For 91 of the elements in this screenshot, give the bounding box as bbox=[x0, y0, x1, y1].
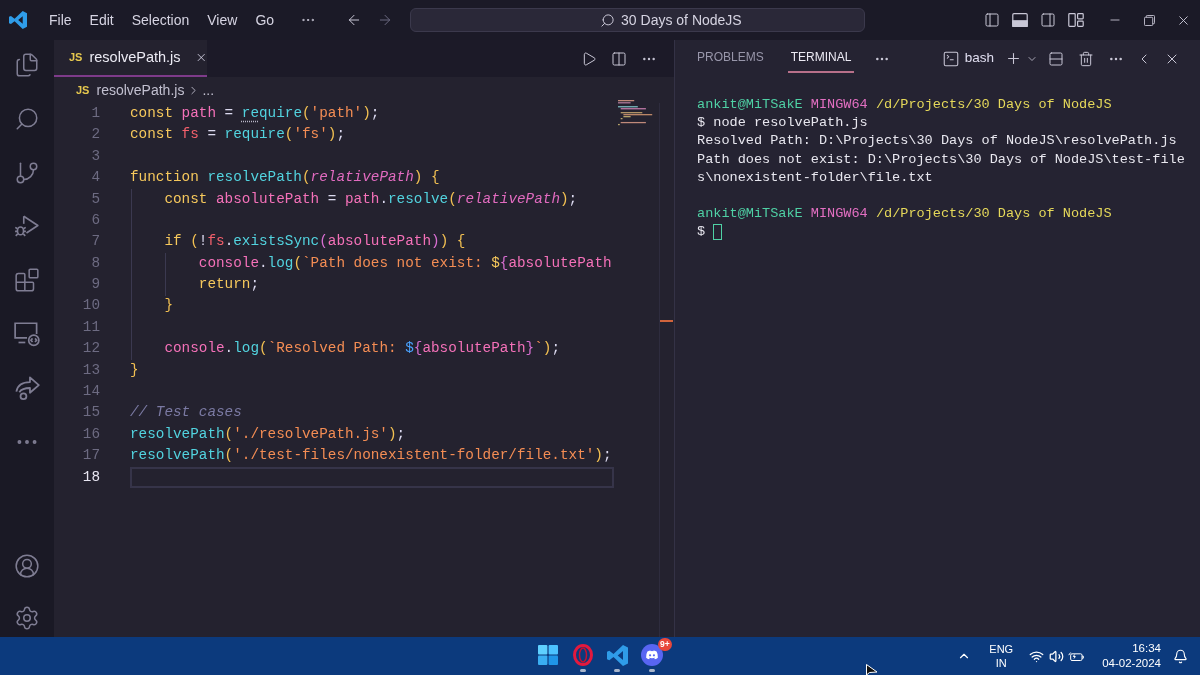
explorer-icon[interactable] bbox=[14, 52, 40, 78]
toggle-sidebar-icon[interactable] bbox=[984, 12, 1000, 28]
panel-tab[interactable]: TERMINAL bbox=[787, 40, 855, 73]
search-icon bbox=[600, 12, 616, 28]
line-number: 3 bbox=[90, 146, 100, 166]
settings-icon[interactable] bbox=[14, 605, 40, 631]
code-line: console.log(`Resolved Path: ${absolutePath}`); bbox=[164, 339, 561, 359]
code-line: // Test cases bbox=[130, 403, 242, 423]
line-number: 11 bbox=[81, 317, 100, 337]
add-icon[interactable] bbox=[1005, 50, 1022, 67]
menu-item[interactable]: Go bbox=[246, 7, 284, 33]
volume-icon[interactable] bbox=[1049, 648, 1065, 664]
code-line: } bbox=[164, 296, 173, 316]
line-number: 14 bbox=[81, 382, 100, 402]
ring-app-icon[interactable] bbox=[572, 644, 593, 666]
line-number: 16 bbox=[81, 424, 100, 444]
wifi-icon[interactable] bbox=[1029, 648, 1045, 664]
search-text: 30 Days of NodeJS bbox=[621, 10, 742, 30]
line-number: 2 bbox=[90, 125, 100, 145]
time-text: 16:34 bbox=[1132, 641, 1161, 656]
line-number: 5 bbox=[90, 189, 100, 209]
minimap-drawing bbox=[618, 100, 654, 127]
code-line: resolvePath('./resolvePath.js'); bbox=[130, 424, 406, 444]
tab-label: resolvePath.js bbox=[89, 47, 181, 67]
line-number: 9 bbox=[90, 275, 100, 295]
line-number: 10 bbox=[81, 296, 100, 316]
prompt-line: ankit@MiTSakE MINGW64 /d/Projects/30 Days of NodeJS bbox=[697, 205, 1112, 224]
terminal-output: Resolved Path: D:\Projects\30 Days of NodeJS\resolvePath.js bbox=[697, 132, 1177, 151]
menu-item[interactable]: Edit bbox=[80, 7, 123, 33]
editor-tab[interactable]: JS resolvePath.js bbox=[54, 40, 207, 77]
toggle-panel-icon[interactable] bbox=[1012, 12, 1028, 28]
code-line: const absolutePath = path.resolve(relativePath); bbox=[164, 189, 578, 209]
line-number: 15 bbox=[81, 403, 100, 423]
terminal-name[interactable]: bash bbox=[964, 48, 994, 69]
extensions-icon[interactable] bbox=[14, 267, 40, 294]
code-line: const fs = require('fs'); bbox=[130, 125, 346, 145]
code-line: function resolvePath(relativePath) { bbox=[130, 168, 440, 188]
bell-icon[interactable] bbox=[1173, 648, 1188, 664]
split-panel-icon[interactable] bbox=[1048, 50, 1064, 67]
terminal-output: $ node resolvePath.js bbox=[697, 114, 868, 133]
share-arrow-icon[interactable] bbox=[14, 374, 40, 401]
code-line: resolvePath('./test-files/nonexistent-folder/file.txt'); bbox=[130, 446, 612, 466]
customize-layout-icon[interactable] bbox=[1068, 12, 1084, 28]
language-text: ENG bbox=[989, 642, 1014, 656]
prompt-line: ankit@MiTSakE MINGW64 /d/Projects/30 Days of NodeJS bbox=[697, 96, 1112, 114]
ruler-mark-icon bbox=[660, 320, 673, 322]
code-line: return; bbox=[198, 275, 259, 295]
toggle-secondary-sidebar-icon[interactable] bbox=[1040, 12, 1056, 28]
line-number: 17 bbox=[81, 446, 100, 466]
run-icon[interactable] bbox=[581, 50, 597, 67]
js-file-icon: JS bbox=[76, 81, 90, 99]
command-search-field[interactable]: 30 Days of NodeJS bbox=[410, 8, 866, 32]
terminal-output: s\nonexistent-folder\file.txt bbox=[697, 168, 933, 187]
notification-badge: 9+ bbox=[658, 638, 672, 651]
language-indicator[interactable]: ENG IN bbox=[989, 642, 1014, 670]
monitor-icon[interactable] bbox=[14, 321, 40, 347]
code-editor-app-icon[interactable] bbox=[606, 644, 628, 666]
restore-icon[interactable] bbox=[1143, 14, 1155, 26]
menu-item[interactable]: View bbox=[198, 7, 247, 33]
terminal-icon[interactable] bbox=[941, 49, 960, 68]
windows-logo-icon[interactable] bbox=[538, 645, 559, 665]
line-number: 13 bbox=[81, 360, 100, 380]
clock[interactable]: 16:34 04-02-2024 bbox=[1102, 641, 1161, 671]
code-line: if (!fs.existsSync(absolutePath)) { bbox=[164, 232, 466, 252]
js-file-icon: JS bbox=[69, 49, 83, 66]
code-line: console.log(`Path does not exist: ${absolutePath bbox=[198, 253, 612, 273]
line-number: 18 bbox=[81, 467, 100, 487]
line-number: 8 bbox=[90, 253, 100, 273]
line-number: 4 bbox=[90, 168, 100, 188]
region-text: IN bbox=[995, 656, 1007, 670]
prompt-symbol: $ bbox=[697, 223, 706, 242]
terminal-output: Path does not exist: D:\Projects\30 Days of NodeJS\test-file bbox=[697, 150, 1185, 169]
menu-item[interactable]: Selection bbox=[122, 7, 199, 33]
split-editor-icon[interactable] bbox=[611, 50, 627, 67]
breadcrumb-item[interactable]: ... bbox=[202, 79, 215, 101]
line-number: 1 bbox=[90, 103, 100, 123]
breadcrumb-item[interactable]: resolvePath.js bbox=[96, 79, 185, 101]
branch-icon[interactable] bbox=[14, 159, 40, 186]
line-number: 6 bbox=[90, 210, 100, 230]
code-line: } bbox=[130, 360, 139, 380]
line-number: 7 bbox=[90, 232, 100, 252]
line-number: 12 bbox=[81, 339, 100, 359]
trash-icon[interactable] bbox=[1078, 50, 1094, 67]
mouse-pointer-icon bbox=[866, 664, 878, 675]
menu-item[interactable]: File bbox=[40, 7, 81, 33]
account-icon[interactable] bbox=[14, 553, 40, 579]
battery-icon[interactable] bbox=[1068, 650, 1085, 662]
date-text: 04-02-2024 bbox=[1102, 656, 1161, 671]
app-logo-icon bbox=[9, 11, 27, 29]
code-line: const path = require('path'); bbox=[130, 103, 380, 123]
panel-tab[interactable]: PROBLEMS bbox=[694, 40, 767, 73]
